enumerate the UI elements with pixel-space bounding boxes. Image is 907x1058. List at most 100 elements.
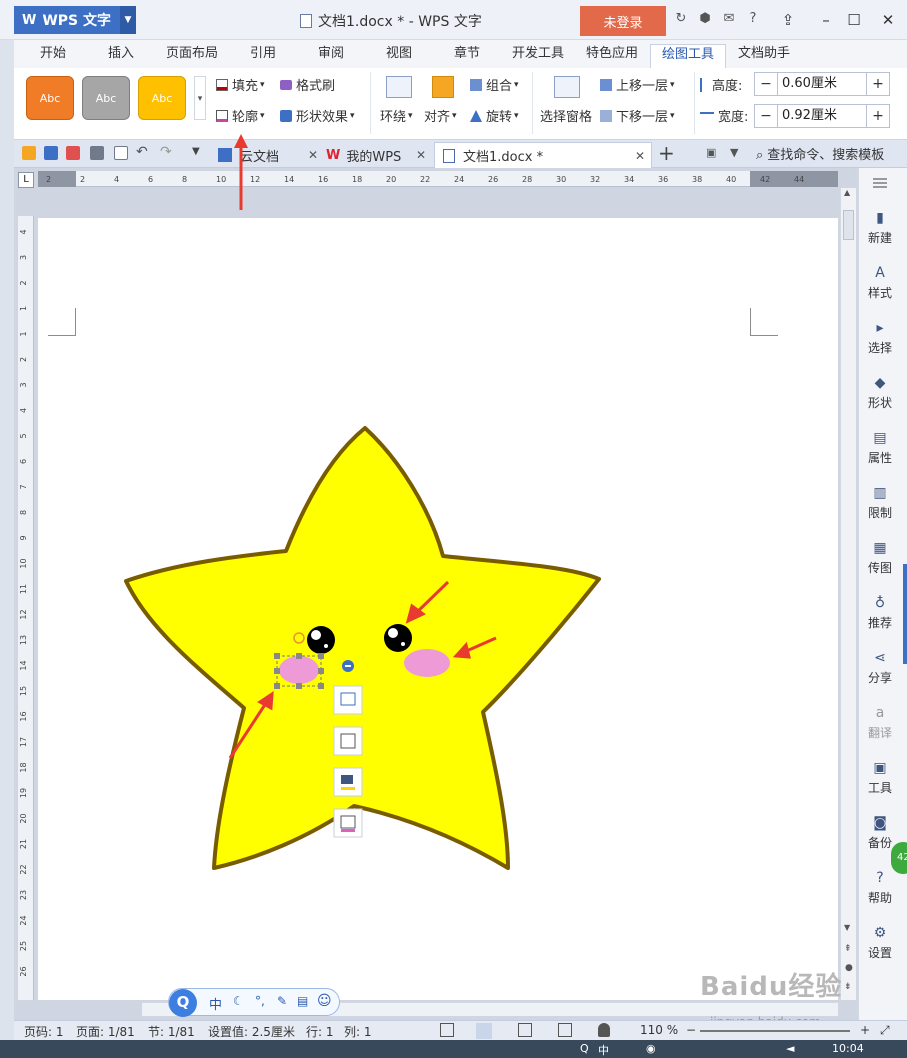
- skin-icon[interactable]: ⬢: [696, 10, 714, 28]
- new-tab-button[interactable]: +: [658, 141, 675, 165]
- status-setting-value[interactable]: 设置值: 2.5厘米: [208, 1023, 295, 1040]
- redo-icon[interactable]: ↷: [160, 144, 172, 160]
- undo-icon[interactable]: ↶: [136, 144, 148, 160]
- notification-badge[interactable]: 42: [891, 842, 907, 874]
- zoom-out-icon[interactable]: −: [686, 1023, 696, 1037]
- feedback-icon[interactable]: ✉: [720, 10, 738, 28]
- rotate-button[interactable]: 旋转 ▾: [470, 106, 519, 125]
- reading-mode-icon[interactable]: [598, 1023, 610, 1037]
- customize-toolbar-icon[interactable]: ▼: [192, 146, 200, 157]
- fit-window-icon[interactable]: ⤢: [880, 1023, 890, 1038]
- doc-tab-document1[interactable]: 文档1.docx * ✕: [434, 142, 652, 168]
- web-view-icon[interactable]: [558, 1023, 572, 1037]
- scroll-up-icon[interactable]: ▲: [844, 188, 850, 197]
- sidebar-item-style[interactable]: A 样式: [859, 265, 901, 301]
- ime-language[interactable]: 中: [209, 994, 222, 1013]
- sidebar-item-translate[interactable]: a 翻译: [859, 705, 901, 741]
- selection-pane-button[interactable]: 选择窗格: [540, 106, 592, 125]
- print-icon[interactable]: [90, 146, 104, 160]
- height-input[interactable]: 0.60厘米: [777, 73, 867, 95]
- left-eye[interactable]: [307, 626, 335, 654]
- ime-logo-icon[interactable]: Q: [169, 989, 197, 1017]
- select-browse-object-icon[interactable]: ●: [845, 963, 853, 973]
- tray-ime-icon[interactable]: Q: [580, 1042, 589, 1055]
- help-icon[interactable]: ?: [744, 10, 762, 28]
- command-search[interactable]: ⌕ 查找命令、搜索模板: [756, 144, 884, 163]
- zoom-slider[interactable]: [700, 1030, 850, 1032]
- close-button[interactable]: ✕: [876, 8, 900, 32]
- sidebar-item-tools[interactable]: ▣ 工具: [859, 760, 901, 796]
- bring-forward-button[interactable]: 上移一层 ▾: [600, 75, 675, 94]
- tab-chapter[interactable]: 章节: [452, 44, 482, 68]
- pin-icon[interactable]: ▣: [706, 146, 716, 159]
- tray-clock[interactable]: 10:04: [832, 1042, 864, 1055]
- format-painter-button[interactable]: 格式刷: [280, 75, 335, 94]
- open-folder-icon[interactable]: [22, 146, 36, 160]
- close-icon[interactable]: ✕: [635, 149, 645, 163]
- next-page-icon[interactable]: ⇟: [844, 982, 852, 992]
- horizontal-ruler[interactable]: 2 2 4 6 8 10 12 14 16 18 20 22 24 26 28 30 32 34 36 38 40 42 4…: [38, 171, 838, 187]
- right-eye[interactable]: [384, 624, 412, 652]
- tab-drawing-tools[interactable]: 绘图工具: [650, 44, 726, 68]
- save-icon[interactable]: [44, 146, 58, 160]
- floating-layout-button[interactable]: [333, 685, 363, 715]
- minimize-button[interactable]: –: [814, 8, 838, 32]
- shape-style-gray[interactable]: Abc: [82, 76, 130, 120]
- upload-icon[interactable]: ⇪: [776, 8, 800, 32]
- selection-pane-icon[interactable]: [554, 76, 580, 98]
- login-button[interactable]: 未登录: [580, 6, 666, 36]
- punctuation-icon[interactable]: °,: [255, 994, 265, 1008]
- moon-icon[interactable]: ☾: [233, 994, 244, 1008]
- sidebar-item-share[interactable]: ⋖ 分享: [859, 650, 901, 686]
- sidebar-item-settings[interactable]: ⚙ 设置: [859, 925, 901, 961]
- sync-icon[interactable]: ↻: [672, 10, 690, 28]
- clipboard-icon[interactable]: ▤: [297, 994, 308, 1008]
- send-backward-button[interactable]: 下移一层 ▾: [600, 106, 675, 125]
- vertical-ruler[interactable]: 4 3 2 1 1 2 3 4 5 6 7 8 9 10 11 12 13 14 15 16 17 18 19 20 21 22 2…: [18, 216, 34, 1000]
- shape-style-orange[interactable]: Abc: [26, 76, 74, 120]
- sidebar-item-select[interactable]: ▸ 选择: [859, 320, 901, 356]
- width-input[interactable]: 0.92厘米: [777, 105, 867, 127]
- tray-network-icon[interactable]: ◉: [646, 1042, 656, 1055]
- tab-special-apps[interactable]: 特色应用: [584, 44, 640, 68]
- chevron-down-icon[interactable]: ▼: [120, 6, 136, 34]
- wrap-button[interactable]: 环绕 ▾: [380, 106, 413, 125]
- decrement-height-button[interactable]: −: [755, 76, 777, 92]
- wrap-text-icon[interactable]: [386, 76, 412, 98]
- fill-button[interactable]: 填充 ▾: [216, 75, 265, 94]
- sidebar-item-restrict[interactable]: ▥ 限制: [859, 485, 901, 521]
- sidebar-item-recommend[interactable]: ♁ 推荐: [859, 595, 901, 631]
- sidebar-item-properties[interactable]: ▤ 属性: [859, 430, 901, 466]
- prev-page-icon[interactable]: ⇞: [844, 944, 852, 954]
- tab-developer[interactable]: 开发工具: [510, 44, 566, 68]
- tab-references[interactable]: 引用: [248, 44, 278, 68]
- sidebar-item-help[interactable]: ? 帮助: [859, 870, 901, 906]
- tab-insert[interactable]: 插入: [106, 44, 136, 68]
- width-stepper[interactable]: − 0.92厘米 +: [754, 104, 890, 128]
- tab-doc-assistant[interactable]: 文档助手: [736, 44, 792, 68]
- zoom-in-icon[interactable]: +: [860, 1023, 870, 1037]
- zoom-level[interactable]: 110 %: [640, 1023, 678, 1037]
- doc-tab-my-wps[interactable]: W 我的WPS ✕: [326, 142, 430, 168]
- close-icon[interactable]: ✕: [308, 148, 318, 162]
- align-icon[interactable]: [432, 76, 454, 98]
- tab-start[interactable]: 开始: [38, 44, 68, 68]
- floating-outline-button[interactable]: [333, 808, 363, 838]
- tab-page-layout[interactable]: 页面布局: [164, 44, 220, 68]
- right-blush[interactable]: [404, 649, 450, 677]
- page-view-icon[interactable]: [476, 1023, 492, 1039]
- ime-toolbar[interactable]: Q 中 ☾ °, ✎ ▤ ☺: [168, 988, 340, 1017]
- close-icon[interactable]: ✕: [416, 148, 426, 162]
- height-stepper[interactable]: − 0.60厘米 +: [754, 72, 890, 96]
- increment-height-button[interactable]: +: [867, 76, 889, 92]
- scroll-down-icon[interactable]: ▼: [844, 923, 850, 932]
- group-button[interactable]: 组合 ▾: [470, 75, 519, 94]
- star-shape[interactable]: [124, 426, 601, 870]
- wps-app-menu-button[interactable]: W WPS 文字 ▼: [14, 6, 136, 34]
- pane-collapse-tab[interactable]: [903, 564, 907, 664]
- fullscreen-icon[interactable]: [440, 1023, 454, 1037]
- outline-view-icon[interactable]: [518, 1023, 532, 1037]
- left-blush[interactable]: [279, 656, 319, 684]
- sidebar-item-upload-image[interactable]: ▦ 传图: [859, 540, 901, 576]
- decrement-width-button[interactable]: −: [755, 108, 777, 124]
